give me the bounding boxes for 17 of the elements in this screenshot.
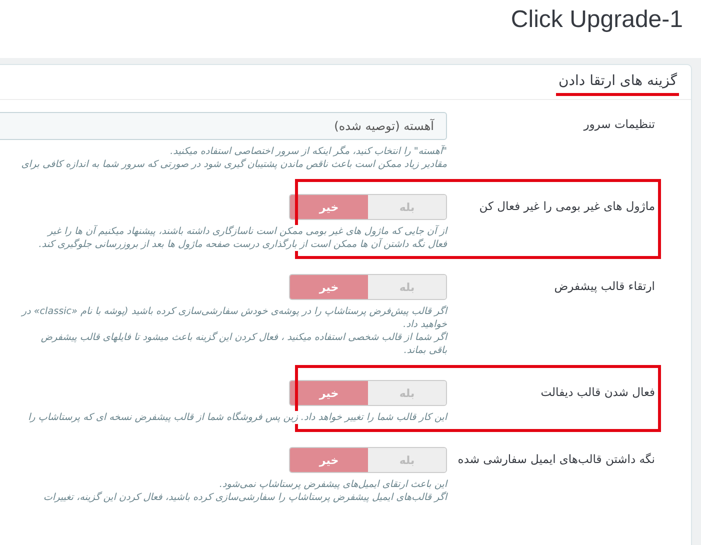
switch-option[interactable]: خیر: [290, 195, 368, 219]
setting-label: فعال شدن قالب دیفالت: [540, 384, 656, 401]
page-title: Click Upgrade-1: [510, 6, 683, 34]
help-text: این کار قالب شما را تغییر خواهد داد. زین پس فروشگاه شما از قالب پیشفرض نسخه ای که پرستاشاپ را: [28, 411, 447, 424]
switch-option[interactable]: خیر: [290, 381, 368, 405]
switch-option[interactable]: خیر: [290, 448, 368, 472]
setting-label: ماژول های غیر بومی را غیر فعال کن: [478, 198, 656, 215]
help-text: "آهسته" را انتخاب کنید، مگر اینکه از سرور اختصاصی استفاده میکنید. مقادیر زیاد ممکن است باعث ناقص ماندن پشتیبان گیری شود در صورتی که سرور شما به اندازه کافی برای: [21, 145, 447, 171]
help-text: اگر قالب پیش‌فرض پرستاشاپ را در پوشه‌ی خودش سفارشی‌سازی کرده باشید (پوشه با نام «classic» در خواهید داد. اگر شما از قالب شخصی استفاده میکنید ، فعال کردن این گزینه باعث میشود تا فایلهای قالب پیشفرض باقی بماند.: [22, 305, 447, 357]
setting-label: ارتقاء قالب پیشفرض: [553, 278, 656, 295]
setting-label: نگه داشتن قالب‌های ایمیل سفارشی شده: [456, 451, 656, 468]
switch-option[interactable]: خیر: [290, 275, 368, 299]
panel-title: گزینه های ارتقا دادن: [556, 68, 679, 96]
setting-label: تنظیمات سرور: [582, 116, 656, 133]
help-text: این باعث ارتقای ایمیل‌های پیشفرض پرستاشاپ نمی‌شود. اگر قالب‌های ایمیل پیشفرض پرستاشاپ را سفارشی‌سازی کرده باشید، فعال کردن این گزینه، تغییرات: [43, 478, 447, 504]
help-text: از آن جایی که ماژول های غیر بومی ممکن است ناسازگاری داشته باشند، پیشنهاد میکنیم آن ها را غیر فعال نگه داشتن آن ها ممکن است از بارگذاری درست صفحه ماژول ها بعد از بروزرسانی جلوگیری کند.: [38, 225, 447, 251]
select-field[interactable]: آهسته (توصیه شده): [0, 112, 447, 140]
